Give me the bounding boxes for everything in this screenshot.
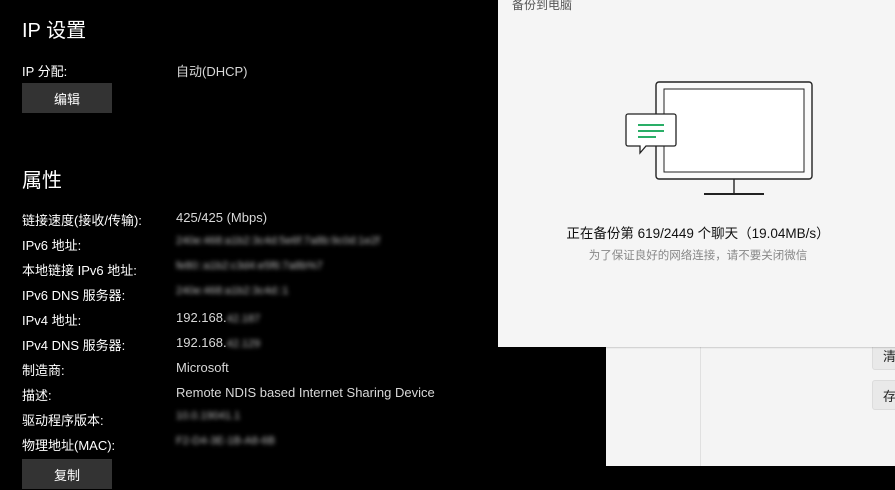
edit-button[interactable]: 编辑 bbox=[22, 83, 112, 113]
prop-value-ipv6-dns: 240e:468:a1b2:3c4d::1 bbox=[176, 285, 289, 297]
backup-status-text: 正在备份第 619/2449 个聊天（19.04MB/s） bbox=[566, 226, 830, 241]
prop-value-ipv4-dns-redacted: 42.129 bbox=[226, 338, 261, 350]
prop-label-ipv4: IPv4 地址: bbox=[22, 313, 82, 328]
prop-value-link-speed: 425/425 (Mbps) bbox=[176, 210, 268, 225]
prop-value-driver-version: 10.0.19041.1 bbox=[176, 410, 241, 422]
properties-heading: 属性 bbox=[22, 170, 62, 192]
backup-hint-text: 为了保证良好的网络连接，请不要关闭微信 bbox=[588, 250, 808, 262]
prop-label-driver-version: 驱动程序版本: bbox=[22, 413, 104, 428]
wechat-backup-dialog: 备份到电脑 正在备份第 619/2449 个聊天（19.04MB/s） 为了保证… bbox=[498, 0, 895, 347]
prop-label-ipv4-dns: IPv4 DNS 服务器: bbox=[22, 338, 126, 353]
prop-label-ipv6: IPv6 地址: bbox=[22, 238, 82, 253]
prop-label-link-speed: 链接速度(接收/传输): bbox=[22, 213, 142, 228]
background-window: 清 存 bbox=[606, 340, 895, 466]
ip-assign-label: IP 分配: bbox=[22, 64, 68, 79]
prop-value-ipv4-prefix: 192.168. bbox=[176, 310, 227, 325]
background-divider bbox=[700, 340, 701, 466]
prop-value-manufacturer: Microsoft bbox=[176, 360, 229, 375]
monitor-screen bbox=[663, 88, 805, 173]
copy-button[interactable]: 复制 bbox=[22, 459, 112, 489]
prop-value-ipv4-dns: 192.168.42.129 bbox=[176, 335, 260, 350]
prop-value-link-local-ipv6: fe80::a1b2:c3d4:e5f6:7a8b%7 bbox=[176, 260, 323, 272]
prop-label-link-local-ipv6: 本地链接 IPv6 地址: bbox=[22, 263, 137, 278]
prop-value-description: Remote NDIS based Internet Sharing Devic… bbox=[176, 385, 435, 400]
prop-label-description: 描述: bbox=[22, 388, 52, 403]
ip-settings-heading: IP 设置 bbox=[22, 20, 87, 42]
prop-value-ipv4-dns-prefix: 192.168. bbox=[176, 335, 227, 350]
prop-value-mac: F2-D4-3E-1B-A8-6B bbox=[176, 435, 276, 447]
dialog-title: 备份到电脑 bbox=[512, 0, 573, 12]
prop-label-manufacturer: 制造商: bbox=[22, 363, 65, 378]
prop-value-ipv4-redacted: 42.187 bbox=[226, 313, 261, 325]
background-button-save[interactable]: 存 bbox=[872, 380, 895, 410]
prop-label-mac: 物理地址(MAC): bbox=[22, 438, 116, 453]
prop-value-ipv4: 192.168.42.187 bbox=[176, 310, 260, 325]
ip-assign-value: 自动(DHCP) bbox=[176, 64, 248, 79]
prop-label-ipv6-dns: IPv6 DNS 服务器: bbox=[22, 288, 126, 303]
prop-value-ipv6: 240e:468:a1b2:3c4d:5e6f:7a8b:9c0d:1e2f bbox=[176, 235, 380, 247]
computer-with-chat-bubble-illustration bbox=[625, 81, 813, 195]
